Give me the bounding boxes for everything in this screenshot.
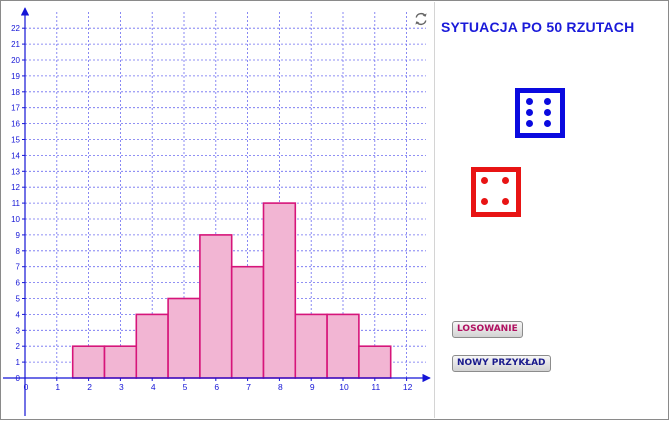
histogram-bar (135, 313, 169, 379)
y-tick-label: 17 (11, 104, 20, 113)
y-tick-label: 6 (16, 279, 21, 288)
x-tick-label: 6 (214, 382, 219, 392)
y-tick-label: 22 (11, 24, 20, 33)
x-tick-label: 9 (310, 382, 315, 392)
die-pip (544, 120, 551, 127)
applet-frame: 0 1 2 3 4 5 6 7 8 9 10 11 12 0 1 2 3 4 5 6 7 8 9 10 11 12 13 14 15 1… (0, 0, 669, 420)
x-tick-label: 12 (403, 382, 413, 392)
histogram-bar (326, 313, 360, 379)
blue-die (515, 88, 565, 138)
y-tick-label: 21 (11, 40, 20, 49)
control-panel: SYTUACJA PO 50 RZUTACH LOSOWANIE NOWY PR… (435, 2, 667, 418)
y-tick-label: 13 (11, 167, 20, 176)
y-tick-label: 0 (16, 374, 21, 383)
y-tick-label: 10 (11, 215, 20, 224)
page-title: SYTUACJA PO 50 RZUTACH (441, 19, 635, 35)
y-tick-label: 8 (16, 247, 21, 256)
y-tick-label: 15 (11, 136, 20, 145)
histogram-bar (103, 345, 138, 379)
histogram-bar (199, 234, 233, 379)
y-tick-label: 16 (11, 120, 20, 129)
histogram-chart: 0 1 2 3 4 5 6 7 8 9 10 11 12 01234567891011121314151… (3, 7, 431, 416)
die-pip (526, 98, 533, 105)
die-pip (544, 109, 551, 116)
y-tick-label: 11 (12, 199, 21, 208)
histogram-bar (358, 345, 392, 379)
die-pip (526, 120, 533, 127)
histogram-bar (294, 313, 328, 379)
y-tick-label: 1 (16, 358, 21, 367)
histogram-bar (71, 345, 106, 379)
die-pip (481, 198, 488, 205)
y-tick-label: 5 (16, 295, 21, 304)
die-pip (502, 177, 509, 184)
y-tick-label: 9 (16, 231, 21, 240)
y-tick-label: 20 (11, 56, 20, 65)
x-tick-label: 8 (278, 382, 283, 392)
y-tick-label: 12 (11, 183, 20, 192)
die-pip (544, 98, 551, 105)
x-tick-label: 1 (55, 382, 60, 392)
red-die (471, 167, 521, 217)
die-pip (502, 198, 509, 205)
x-tick-label: 7 (246, 382, 251, 392)
y-tick-label: 4 (16, 310, 21, 319)
x-tick-label: 3 (119, 382, 124, 392)
x-tick-label: 2 (87, 382, 92, 392)
y-tick-label: 14 (11, 151, 20, 160)
y-tick-label: 19 (11, 72, 20, 81)
die-pip (481, 177, 488, 184)
x-tick-label: 5 (183, 382, 188, 392)
histogram-bar (262, 202, 297, 379)
x-tick-label: 11 (371, 382, 380, 392)
draw-button[interactable]: LOSOWANIE (452, 321, 523, 338)
histogram-bar (230, 265, 265, 379)
new-example-button[interactable]: NOWY PRZYKŁAD (452, 355, 551, 372)
y-tick-label: 3 (16, 326, 21, 335)
x-tick-label: 10 (339, 382, 349, 392)
die-pip (526, 109, 533, 116)
x-tick-label: 4 (151, 382, 156, 392)
histogram-bar (167, 297, 201, 379)
refresh-icon[interactable] (413, 11, 429, 27)
y-tick-label: 7 (16, 263, 21, 272)
y-tick-label: 18 (11, 88, 20, 97)
graphics-view: 0 1 2 3 4 5 6 7 8 9 10 11 12 0 1 2 3 4 5 6 7 8 9 10 11 12 13 14 15 1… (2, 2, 434, 418)
x-tick-label: 0 (24, 382, 29, 392)
y-tick-label: 2 (16, 342, 21, 351)
